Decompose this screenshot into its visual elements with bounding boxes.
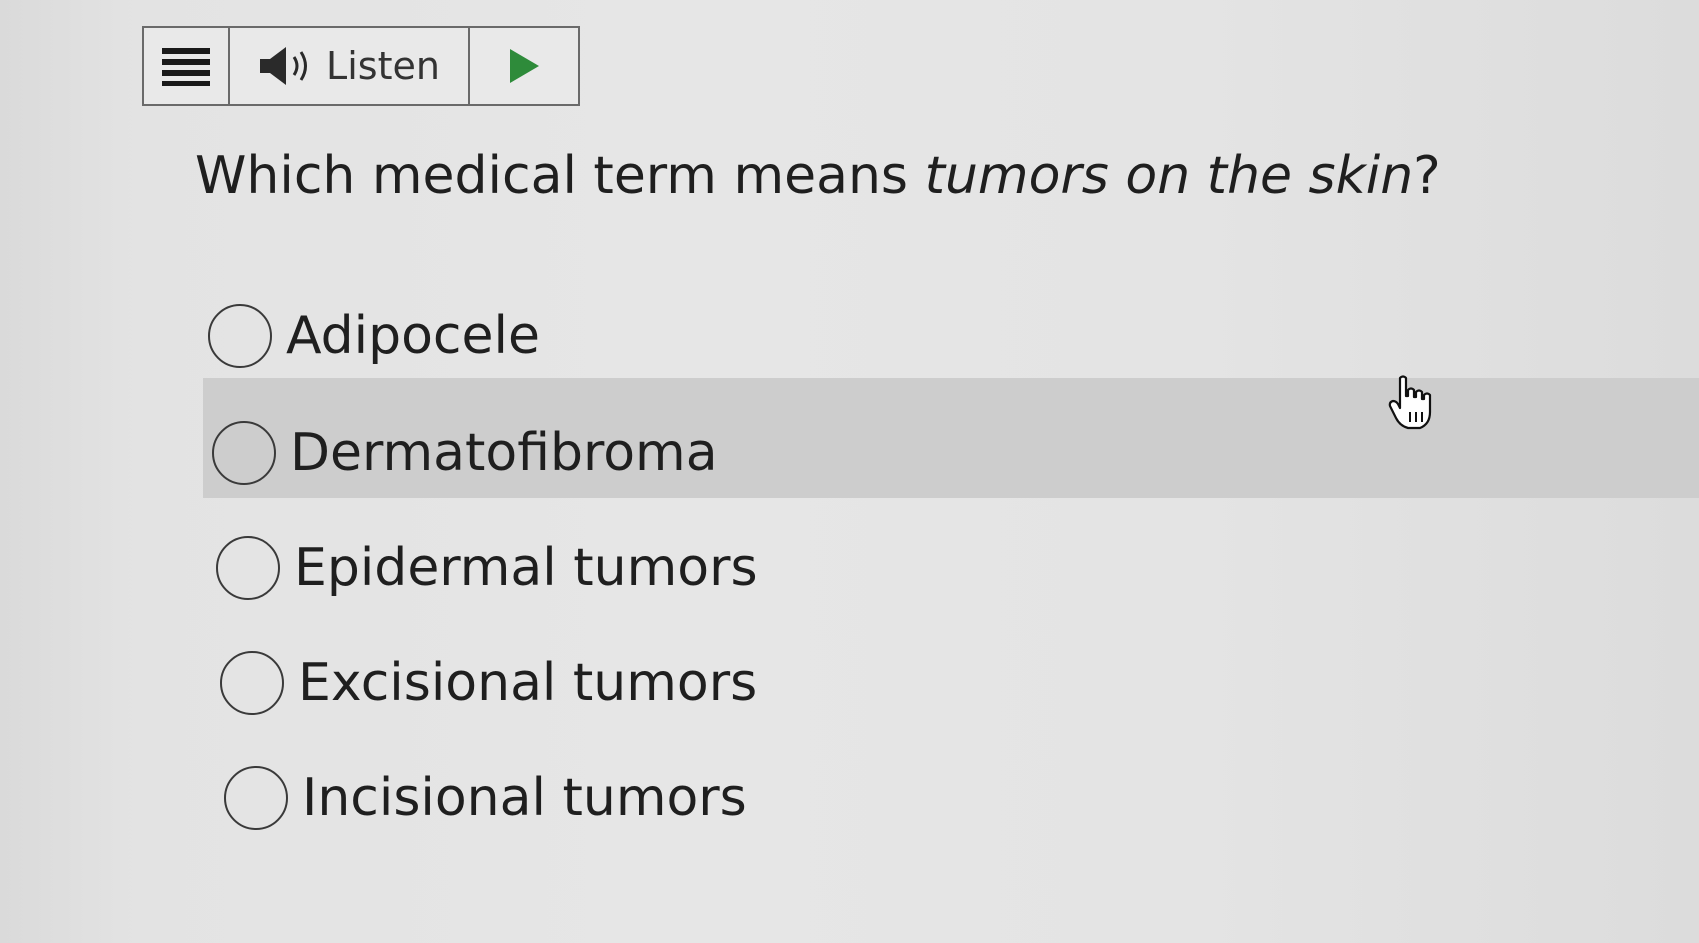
question-suffix: ? [1413,146,1441,206]
radio-button[interactable] [224,766,288,830]
option-excisional-tumors[interactable]: Excisional tumors [220,651,757,715]
play-button[interactable] [470,28,578,104]
read-aloud-toolbar: Listen [142,26,580,106]
option-label: Dermatofibroma [290,423,718,483]
option-label: Epidermal tumors [294,538,758,598]
question-text: Which medical term means tumors on the s… [195,146,1441,206]
play-icon [510,49,539,83]
option-incisional-tumors[interactable]: Incisional tumors [224,766,747,830]
radio-button[interactable] [208,304,272,368]
option-label: Incisional tumors [302,768,747,828]
radio-button[interactable] [216,536,280,600]
option-epidermal-tumors[interactable]: Epidermal tumors [216,536,758,600]
option-dermatofibroma[interactable]: Dermatofibroma [212,421,718,485]
option-adipocele[interactable]: Adipocele [208,304,540,368]
option-label: Adipocele [286,306,540,366]
question-emphasis: tumors on the skin [924,146,1414,206]
question-prefix: Which medical term means [195,146,925,206]
listen-label: Listen [326,44,440,88]
radio-button[interactable] [220,651,284,715]
option-label: Excisional tumors [298,653,758,713]
radio-button[interactable] [212,421,276,485]
hamburger-menu-icon [162,48,210,86]
menu-button[interactable] [144,28,230,104]
hand-pointer-icon [1388,375,1432,430]
listen-button[interactable]: Listen [230,28,470,104]
speaker-icon [260,47,308,85]
